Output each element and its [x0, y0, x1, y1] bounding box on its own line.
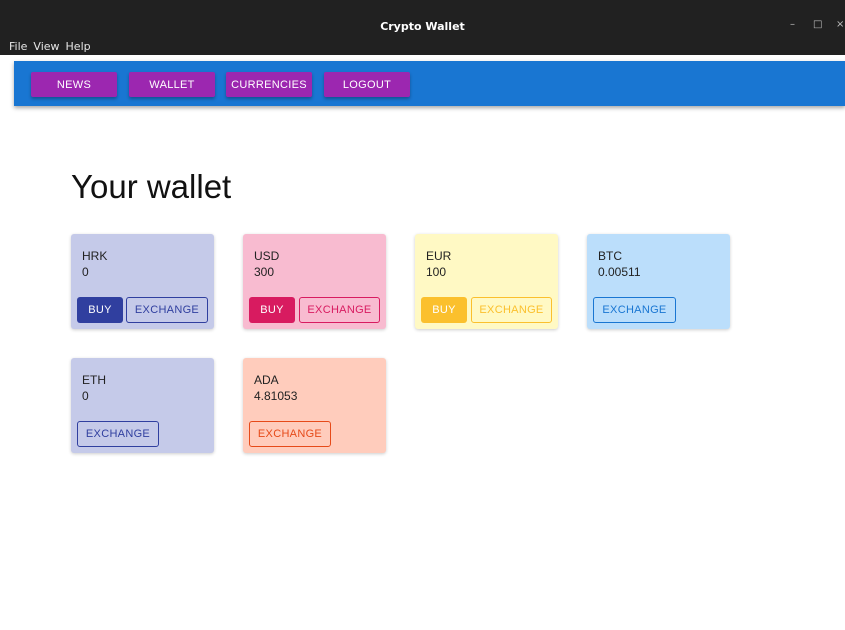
news-button[interactable]: NEWS [31, 72, 117, 97]
currency-name: ETH [82, 373, 106, 387]
currency-name: HRK [82, 249, 108, 263]
logout-button[interactable]: LOGOUT [324, 72, 410, 97]
wallet-button[interactable]: WALLET [129, 72, 215, 97]
buy-button[interactable]: BUY [421, 297, 467, 323]
menu-bar: File View Help [9, 40, 91, 53]
currency-amount: 0.00511 [598, 265, 641, 279]
maximize-icon[interactable]: □ [813, 19, 822, 30]
currency-card-ada: ADA 4.81053 EXCHANGE [243, 358, 386, 453]
app-bar: NEWS WALLET CURRENCIES LOGOUT [14, 61, 845, 106]
currency-amount: 4.81053 [254, 389, 298, 403]
menu-help[interactable]: Help [66, 40, 91, 53]
currencies-button[interactable]: CURRENCIES [226, 72, 312, 97]
page-title: Your wallet [71, 168, 232, 205]
exchange-button[interactable]: EXCHANGE [471, 297, 552, 323]
buy-button[interactable]: BUY [249, 297, 295, 323]
title-bar: Crypto Wallet – □ × File View Help [0, 0, 845, 55]
window-title: Crypto Wallet [380, 20, 465, 33]
exchange-button[interactable]: EXCHANGE [593, 297, 676, 323]
minimize-icon[interactable]: – [790, 19, 795, 30]
menu-view[interactable]: View [33, 40, 59, 53]
currency-name: BTC [598, 249, 622, 263]
currency-amount: 100 [426, 265, 447, 279]
currency-amount: 300 [254, 265, 275, 279]
currency-card-eur: EUR 100 BUY EXCHANGE [415, 234, 558, 329]
currency-card-eth: ETH 0 EXCHANGE [71, 358, 214, 453]
exchange-button[interactable]: EXCHANGE [249, 421, 331, 447]
currency-card-btc: BTC 0.00511 EXCHANGE [587, 234, 730, 329]
currency-name: ADA [254, 373, 279, 387]
currency-card-usd: USD 300 BUY EXCHANGE [243, 234, 386, 329]
currency-amount: 0 [82, 389, 89, 403]
buy-button[interactable]: BUY [77, 297, 123, 323]
exchange-button[interactable]: EXCHANGE [299, 297, 380, 323]
exchange-button[interactable]: EXCHANGE [126, 297, 208, 323]
currency-card-hrk: HRK 0 BUY EXCHANGE [71, 234, 214, 329]
menu-file[interactable]: File [9, 40, 27, 53]
currency-name: USD [254, 249, 280, 263]
exchange-button[interactable]: EXCHANGE [77, 421, 159, 447]
close-icon[interactable]: × [836, 19, 844, 30]
currency-amount: 0 [82, 265, 89, 279]
currency-name: EUR [426, 249, 452, 263]
